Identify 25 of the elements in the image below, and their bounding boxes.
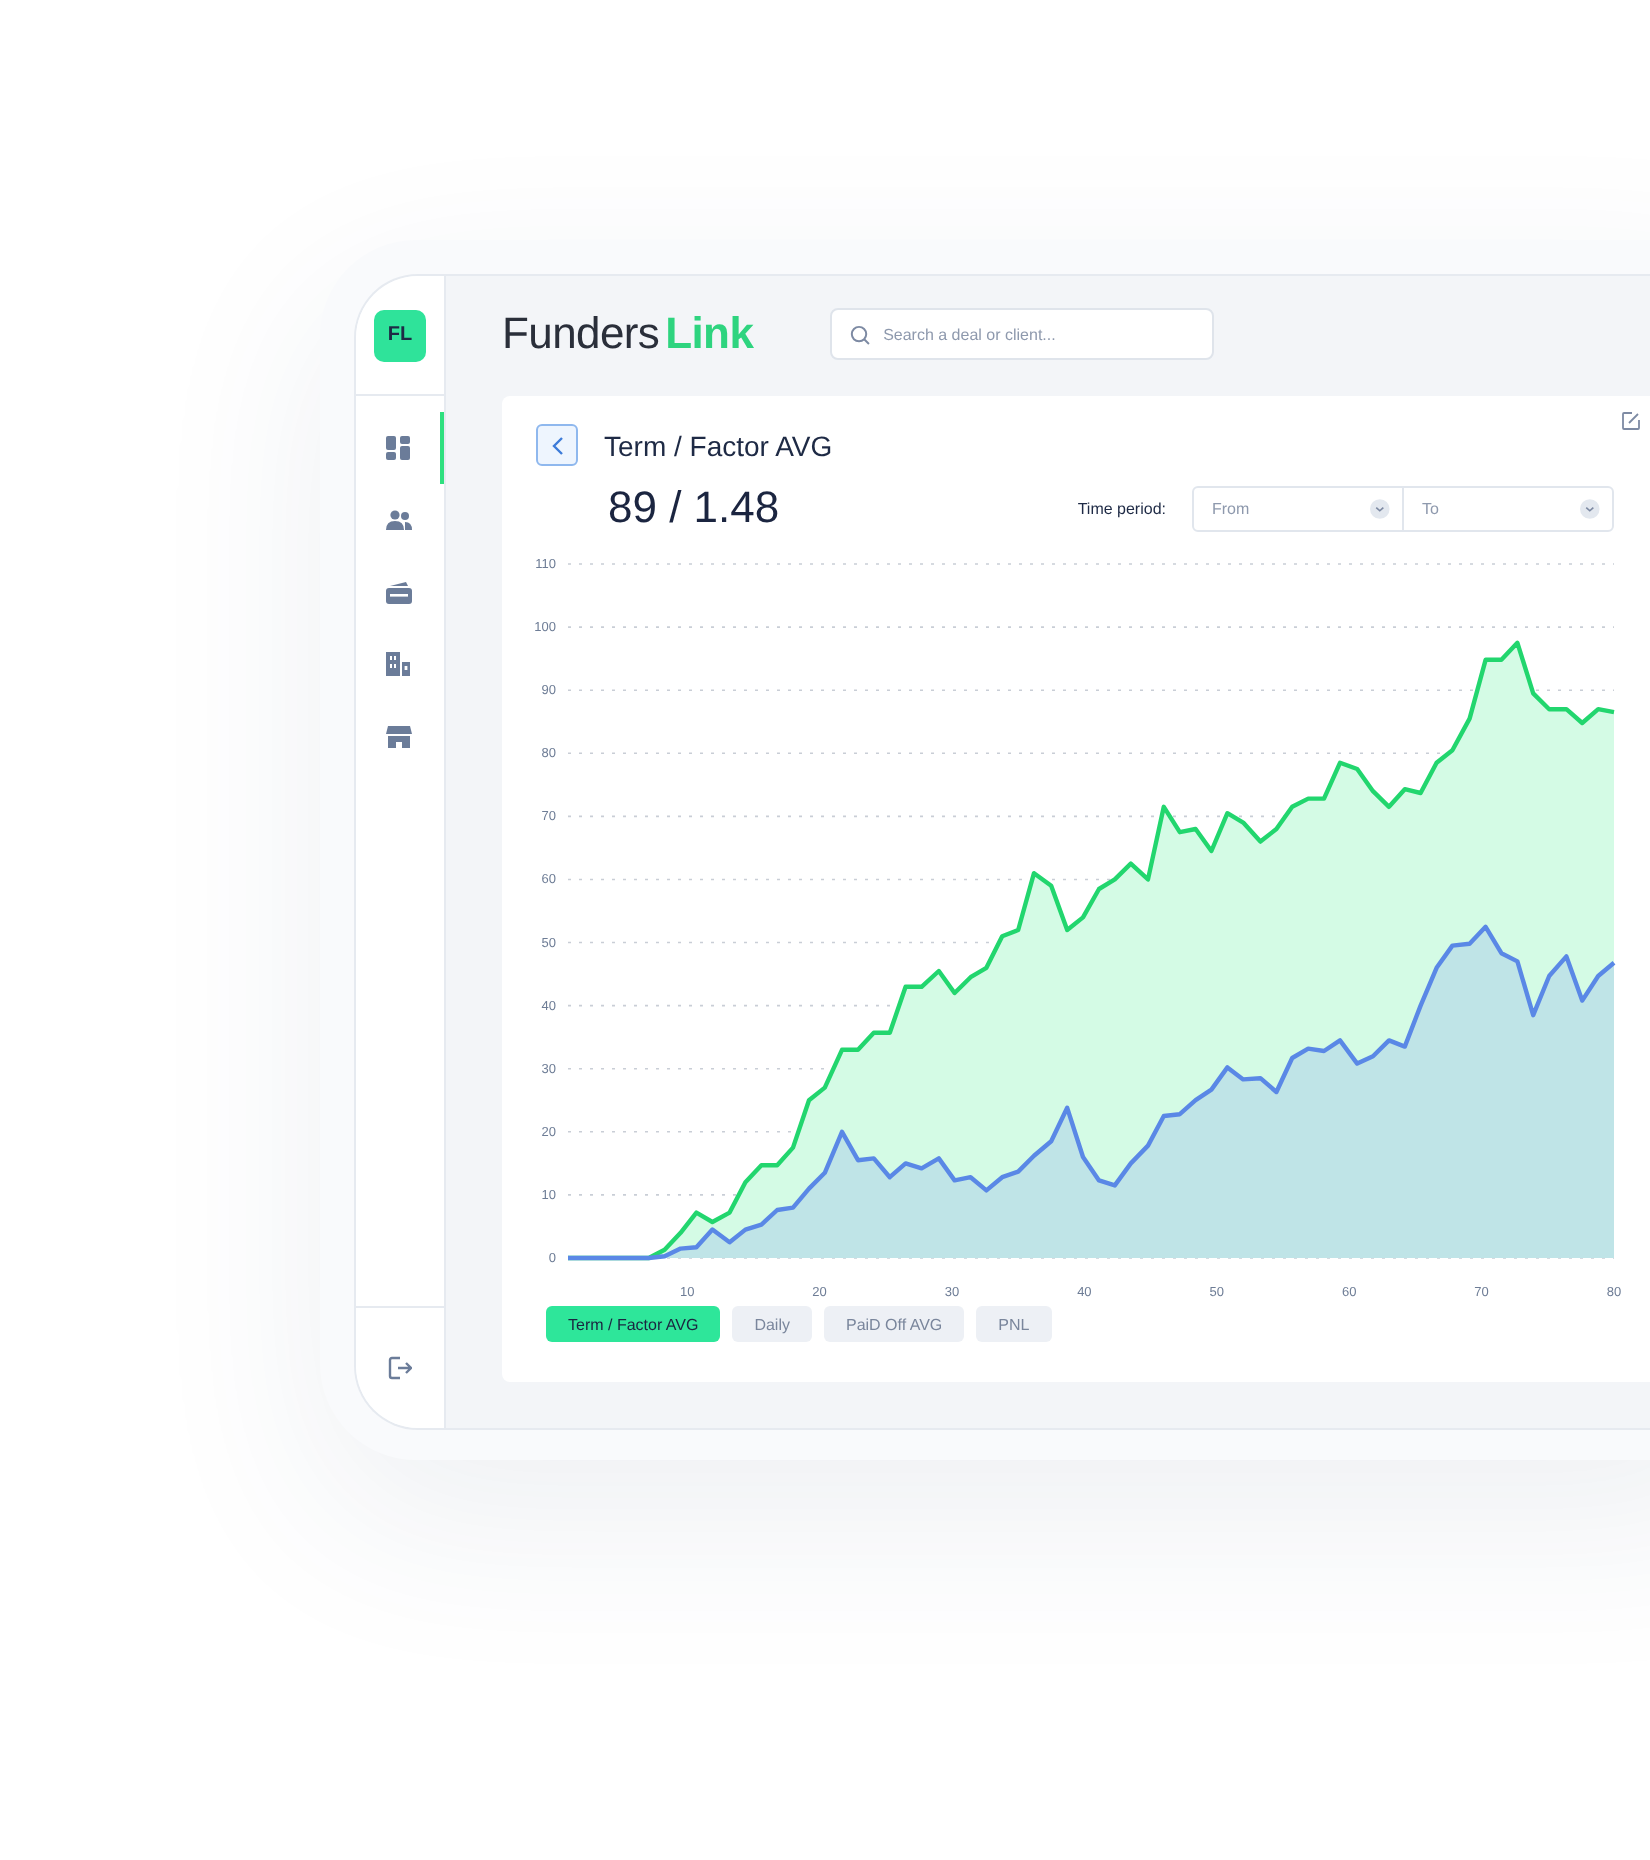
from-date-field[interactable]: From xyxy=(1212,499,1371,517)
chart-tab[interactable]: PaiD Off AVG xyxy=(823,1306,965,1342)
time-period-label: Time period: xyxy=(1077,499,1166,517)
cards-icon xyxy=(385,581,411,603)
chevron-left-icon xyxy=(551,435,563,455)
search-input[interactable]: Search a deal or client... xyxy=(883,325,1194,343)
card-title: Term / Factor AVG xyxy=(604,429,833,461)
metric-value: 89 / 1.48 xyxy=(608,482,780,534)
logo-badge: FL xyxy=(374,309,426,361)
search-field[interactable]: Search a deal or client... xyxy=(829,308,1214,360)
chart-tab[interactable]: PNL xyxy=(976,1306,1052,1342)
buildings-icon xyxy=(386,652,410,676)
back-button[interactable] xyxy=(536,424,578,466)
brand-logo: Funders Link xyxy=(502,308,754,360)
chevron-down-icon xyxy=(1370,497,1390,519)
chart-tab[interactable]: Term / Factor AVG xyxy=(546,1306,721,1342)
edit-icon[interactable] xyxy=(1622,412,1640,430)
store-icon xyxy=(385,725,411,747)
to-date-field[interactable]: To xyxy=(1422,499,1581,517)
users-icon xyxy=(385,510,411,530)
dashboard-icon xyxy=(386,436,410,460)
logout-icon[interactable] xyxy=(388,1356,412,1380)
search-icon xyxy=(849,323,870,345)
chart-tab[interactable]: Daily xyxy=(732,1306,812,1342)
chevron-down-icon xyxy=(1580,497,1600,519)
